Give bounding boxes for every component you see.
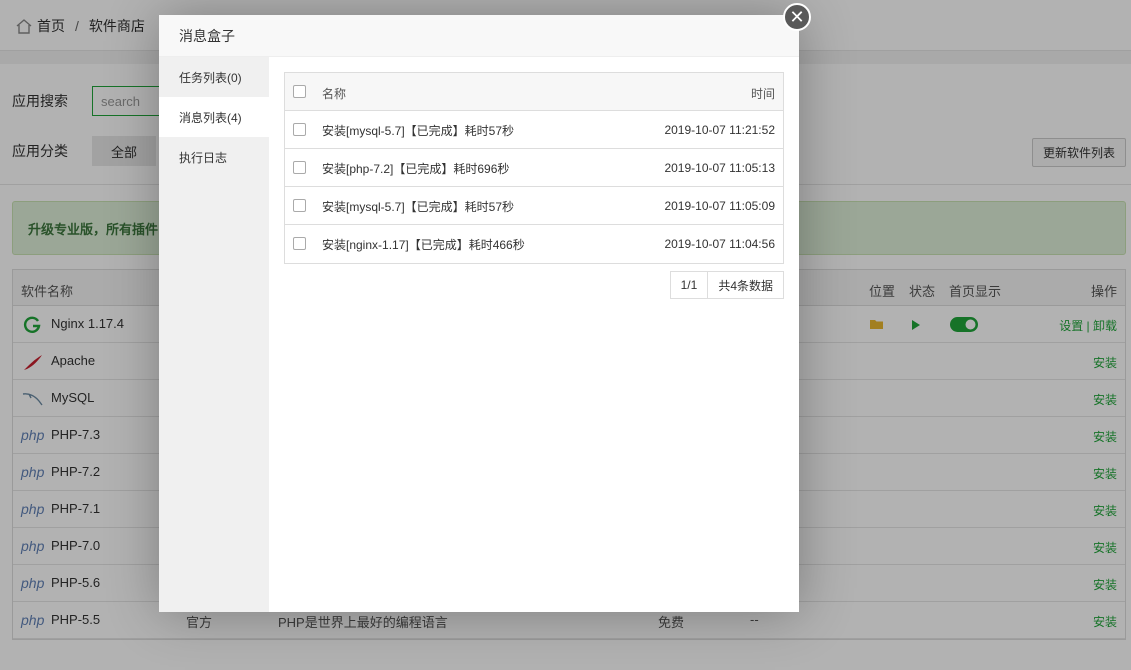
table-row: 安装[php-7.2]【已完成】耗时696秒 2019-10-07 11:05:… [285, 149, 783, 187]
table-row: 安装[mysql-5.7]【已完成】耗时57秒 2019-10-07 11:05… [285, 187, 783, 225]
message-name: 安装[mysql-5.7]【已完成】耗时57秒 [322, 200, 515, 214]
row-checkbox[interactable] [293, 123, 306, 136]
message-time: 2019-10-07 11:05:13 [664, 161, 775, 175]
header-name: 名称 [322, 87, 347, 101]
message-name: 安装[mysql-5.7]【已完成】耗时57秒 [322, 124, 515, 138]
row-checkbox[interactable] [293, 199, 306, 212]
message-name: 安装[php-7.2]【已完成】耗时696秒 [322, 162, 510, 176]
table-row: 安装[nginx-1.17]【已完成】耗时466秒 2019-10-07 11:… [285, 225, 783, 263]
message-time: 2019-10-07 11:21:52 [664, 123, 775, 137]
header-time: 时间 [750, 87, 775, 101]
message-time: 2019-10-07 11:04:56 [664, 237, 775, 251]
message-table: 名称 时间 安装[mysql-5.7]【已完成】耗时57秒 2019-10-07… [284, 72, 784, 264]
row-checkbox[interactable] [293, 161, 306, 174]
pagination: 1/1 共4条数据 [669, 271, 784, 299]
message-name: 安装[nginx-1.17]【已完成】耗时466秒 [322, 238, 525, 252]
tab-execution-log[interactable]: 执行日志 [159, 137, 269, 177]
modal-title: 消息盒子 [159, 15, 799, 57]
total-count: 共4条数据 [718, 278, 773, 293]
page-indicator[interactable]: 1/1 [671, 272, 709, 298]
modal-content: 名称 时间 安装[mysql-5.7]【已完成】耗时57秒 2019-10-07… [269, 57, 799, 612]
tab-task-list[interactable]: 任务列表(0) [159, 57, 269, 97]
close-icon[interactable]: ✕ [783, 3, 811, 31]
select-all-checkbox[interactable] [293, 85, 306, 98]
message-table-header: 名称 时间 [285, 73, 783, 111]
tab-message-list[interactable]: 消息列表(4) [159, 97, 269, 137]
message-box-modal: 消息盒子 任务列表(0) 消息列表(4) 执行日志 名称 时间 安装[mysql… [159, 15, 799, 612]
modal-sidebar: 任务列表(0) 消息列表(4) 执行日志 [159, 57, 269, 612]
row-checkbox[interactable] [293, 237, 306, 250]
message-time: 2019-10-07 11:05:09 [664, 199, 775, 213]
table-row: 安装[mysql-5.7]【已完成】耗时57秒 2019-10-07 11:21… [285, 111, 783, 149]
